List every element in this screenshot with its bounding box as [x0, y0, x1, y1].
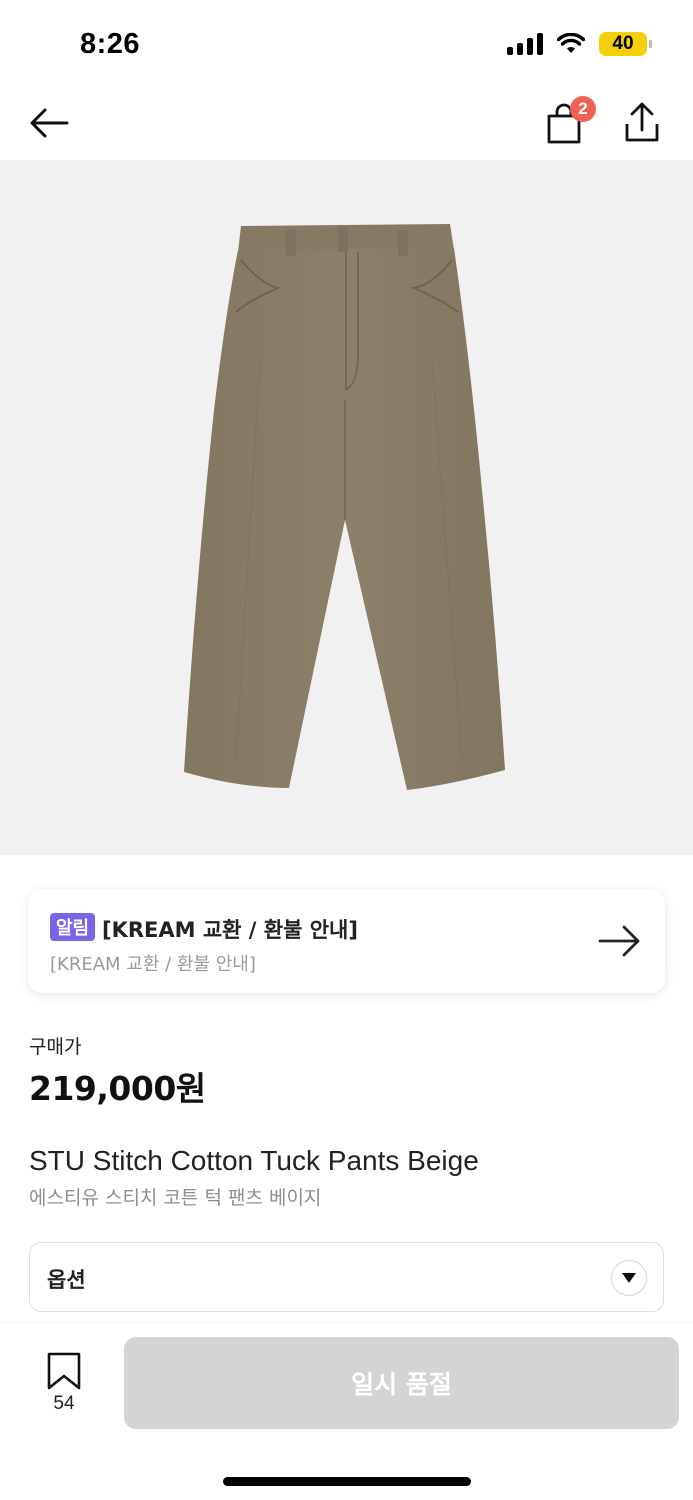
bookmark-icon — [47, 1352, 81, 1390]
notice-title: [KREAM 교환 / 환불 안내] — [102, 918, 358, 942]
battery-indicator: 40 — [599, 32, 652, 56]
cart-button[interactable]: 2 — [544, 96, 596, 146]
nav-bar: 2 — [0, 88, 693, 160]
notice-subtitle: [KREAM 교환 / 환불 안내] — [50, 954, 256, 975]
soldout-button[interactable]: 일시 품절 — [124, 1337, 679, 1429]
cart-badge: 2 — [570, 96, 596, 122]
beige-pants-image — [184, 224, 505, 790]
status-time: 8:26 — [80, 28, 141, 60]
price-value: 219,000원 — [29, 1069, 206, 1108]
option-select[interactable]: 옵션 — [29, 1242, 664, 1312]
product-image[interactable] — [0, 160, 693, 855]
share-button[interactable] — [622, 100, 666, 146]
bookmark-count: 54 — [53, 1393, 75, 1414]
arrow-right-icon — [598, 925, 640, 957]
product-name: STU Stitch Cotton Tuck Pants Beige — [29, 1145, 479, 1176]
product-name-korean: 에스티유 스티치 코튼 턱 팬츠 베이지 — [29, 1187, 322, 1209]
status-bar: 8:26 40 — [0, 0, 693, 88]
status-icons: 40 — [507, 32, 652, 56]
bookmark-button[interactable]: 54 — [40, 1351, 88, 1421]
wifi-icon — [557, 33, 585, 53]
cellular-signal-icon — [507, 33, 543, 55]
home-indicator — [223, 1477, 471, 1486]
notice-card[interactable]: 알림 [KREAM 교환 / 환불 안내] [KREAM 교환 / 환불 안내] — [28, 889, 665, 993]
price-label: 구매가 — [29, 1036, 82, 1058]
chevron-down-icon — [611, 1260, 647, 1296]
option-label: 옵션 — [47, 1268, 86, 1292]
back-button[interactable] — [26, 102, 72, 144]
notice-tag: 알림 — [50, 913, 96, 941]
share-icon — [625, 102, 659, 142]
bottom-action-bar: 54 일시 품절 — [0, 1322, 693, 1500]
arrow-left-icon — [30, 108, 69, 138]
